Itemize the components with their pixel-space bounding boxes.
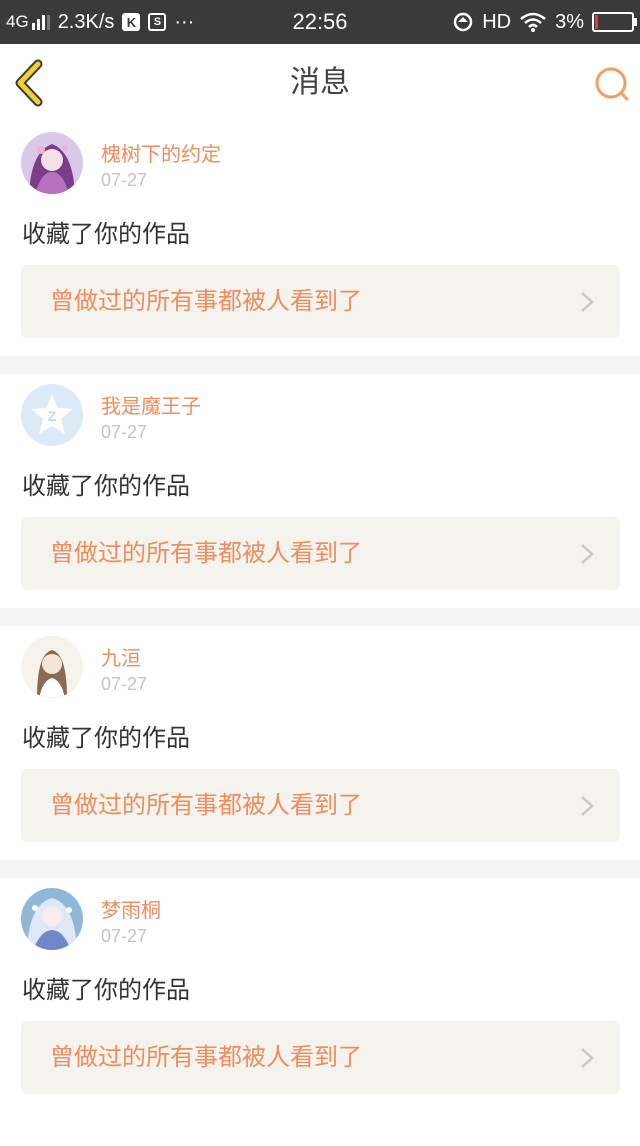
s-app-icon: S xyxy=(148,13,167,31)
divider xyxy=(0,860,640,878)
app-header: 消息 xyxy=(0,44,640,123)
message-card: 九洹 07-27 收藏了你的作品 曾做过的所有事都被人看到了 xyxy=(0,626,640,860)
chevron-right-icon xyxy=(581,544,594,564)
avatar[interactable]: Z xyxy=(21,384,83,446)
message-card: Z 我是魔王子 07-27 收藏了你的作品 曾做过的所有事都被人看到了 xyxy=(0,374,640,608)
svg-text:Z: Z xyxy=(48,408,57,424)
action-text: 收藏了你的作品 xyxy=(22,220,190,248)
status-left: 4G 2.3K/s K S ··· xyxy=(6,0,194,44)
network-indicator: 4G xyxy=(6,12,50,32)
message-date: 07-27 xyxy=(101,170,148,190)
chevron-right-icon xyxy=(581,292,594,312)
message-date: 07-27 xyxy=(101,422,148,442)
message-list: 槐树下的约定 07-27 收藏了你的作品 曾做过的所有事都被人看到了 Z 我是魔… xyxy=(0,122,640,1112)
network-speed: 2.3K/s xyxy=(57,10,115,33)
avatar[interactable] xyxy=(21,132,83,194)
chevron-right-icon xyxy=(581,1048,594,1068)
username[interactable]: 槐树下的约定 xyxy=(101,138,221,167)
wifi-icon xyxy=(520,12,546,32)
chevron-right-icon xyxy=(581,796,594,816)
work-link[interactable]: 曾做过的所有事都被人看到了 xyxy=(21,517,620,590)
battery-icon xyxy=(592,12,637,32)
divider xyxy=(0,608,640,626)
work-title: 曾做过的所有事都被人看到了 xyxy=(50,1043,362,1071)
signal-icon xyxy=(31,14,50,30)
search-button[interactable] xyxy=(592,64,632,104)
status-bar: 4G 2.3K/s K S ··· 22:56 HD 3% xyxy=(0,0,640,44)
work-link[interactable]: 曾做过的所有事都被人看到了 xyxy=(21,769,620,842)
hd-indicator: HD xyxy=(482,10,512,33)
work-title: 曾做过的所有事都被人看到了 xyxy=(50,791,362,819)
status-right: HD 3% xyxy=(452,0,637,44)
more-notifications-icon: ··· xyxy=(174,10,195,33)
action-text: 收藏了你的作品 xyxy=(22,472,190,500)
avatar[interactable] xyxy=(21,636,83,698)
message-date: 07-27 xyxy=(101,674,148,694)
action-text: 收藏了你的作品 xyxy=(22,724,190,752)
rotation-lock-icon xyxy=(453,12,473,32)
network-type: 4G xyxy=(6,12,29,31)
message-date: 07-27 xyxy=(101,926,148,946)
message-card: 梦雨桐 07-27 收藏了你的作品 曾做过的所有事都被人看到了 xyxy=(0,878,640,1112)
page-title: 消息 xyxy=(290,65,350,100)
username[interactable]: 我是魔王子 xyxy=(101,390,201,419)
k-app-icon: K xyxy=(122,13,141,31)
work-title: 曾做过的所有事都被人看到了 xyxy=(50,539,362,567)
work-link[interactable]: 曾做过的所有事都被人看到了 xyxy=(21,1021,620,1094)
work-link[interactable]: 曾做过的所有事都被人看到了 xyxy=(21,265,620,338)
action-text: 收藏了你的作品 xyxy=(22,976,190,1004)
work-title: 曾做过的所有事都被人看到了 xyxy=(50,287,362,315)
username[interactable]: 梦雨桐 xyxy=(101,894,161,923)
username[interactable]: 九洹 xyxy=(101,642,141,671)
divider xyxy=(0,356,640,374)
avatar[interactable] xyxy=(21,888,83,950)
battery-percent: 3% xyxy=(555,10,584,33)
message-card: 槐树下的约定 07-27 收藏了你的作品 曾做过的所有事都被人看到了 xyxy=(0,122,640,356)
